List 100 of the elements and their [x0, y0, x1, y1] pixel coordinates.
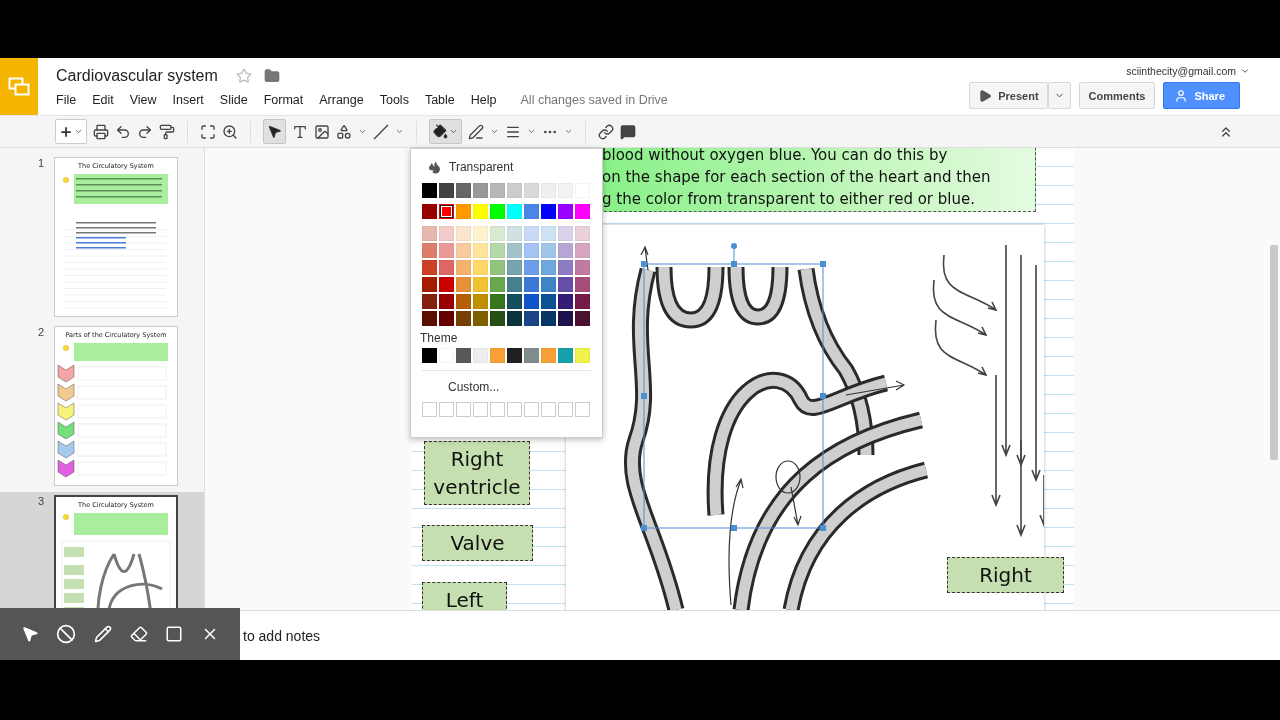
- slides-logo[interactable]: [0, 58, 38, 115]
- link-icon[interactable]: [598, 123, 614, 140]
- color-swatch[interactable]: [473, 277, 488, 292]
- color-swatch[interactable]: [575, 277, 590, 292]
- color-swatch[interactable]: [507, 277, 522, 292]
- menu-item[interactable]: Insert: [172, 91, 212, 109]
- line-icon[interactable]: [373, 123, 389, 140]
- color-swatch[interactable]: [422, 204, 437, 219]
- color-swatch[interactable]: [422, 311, 437, 326]
- color-swatch[interactable]: [558, 260, 573, 275]
- menu-item[interactable]: Slide: [219, 91, 256, 109]
- color-swatch[interactable]: [490, 204, 505, 219]
- menu-item[interactable]: Tools: [379, 91, 417, 109]
- color-swatch[interactable]: [490, 348, 505, 363]
- color-swatch[interactable]: [507, 183, 522, 198]
- color-swatch[interactable]: [558, 311, 573, 326]
- color-swatch[interactable]: [422, 183, 437, 198]
- color-swatch[interactable]: [507, 226, 522, 241]
- color-swatch[interactable]: [541, 294, 556, 309]
- color-swatch[interactable]: [456, 348, 471, 363]
- color-swatch[interactable]: [524, 260, 539, 275]
- fill-color-button[interactable]: [429, 119, 462, 144]
- pencil-icon[interactable]: [94, 625, 113, 643]
- crossed-circle-icon[interactable]: [56, 624, 77, 644]
- color-swatch[interactable]: [439, 204, 454, 219]
- color-swatch[interactable]: [456, 294, 471, 309]
- color-swatch[interactable]: [490, 311, 505, 326]
- color-swatch[interactable]: [575, 260, 590, 275]
- color-swatch[interactable]: [558, 294, 573, 309]
- color-swatch[interactable]: [558, 204, 573, 219]
- color-swatch[interactable]: [439, 183, 454, 198]
- empty-swatch[interactable]: [473, 402, 488, 417]
- color-swatch[interactable]: [575, 311, 590, 326]
- present-button[interactable]: Present: [969, 82, 1048, 109]
- color-swatch[interactable]: [439, 294, 454, 309]
- menu-item[interactable]: Edit: [92, 91, 122, 109]
- color-swatch[interactable]: [490, 260, 505, 275]
- eraser-icon[interactable]: [129, 625, 148, 643]
- color-swatch[interactable]: [575, 226, 590, 241]
- color-swatch[interactable]: [558, 243, 573, 258]
- color-swatch[interactable]: [439, 260, 454, 275]
- zoom-icon[interactable]: [222, 123, 238, 140]
- shapes-icon[interactable]: [336, 123, 352, 140]
- empty-swatch[interactable]: [575, 402, 590, 417]
- color-swatch[interactable]: [439, 226, 454, 241]
- print-icon[interactable]: [93, 123, 109, 140]
- star-icon[interactable]: [235, 68, 252, 84]
- image-icon[interactable]: [314, 123, 330, 140]
- color-swatch[interactable]: [541, 277, 556, 292]
- color-swatch[interactable]: [524, 294, 539, 309]
- color-swatch[interactable]: [473, 294, 488, 309]
- label-box[interactable]: Right: [947, 557, 1064, 593]
- color-swatch[interactable]: [575, 204, 590, 219]
- selection-frame[interactable]: [641, 243, 826, 531]
- caret-icon[interactable]: [527, 127, 536, 136]
- redo-icon[interactable]: [137, 123, 153, 140]
- caret-icon[interactable]: [358, 127, 367, 136]
- color-swatch[interactable]: [490, 277, 505, 292]
- text-box-icon[interactable]: [292, 123, 308, 140]
- color-swatch[interactable]: [473, 311, 488, 326]
- select-tool-button[interactable]: [263, 119, 286, 144]
- color-swatch[interactable]: [422, 243, 437, 258]
- color-swatch[interactable]: [558, 277, 573, 292]
- empty-swatch[interactable]: [439, 402, 454, 417]
- menu-item[interactable]: Format: [263, 91, 312, 109]
- color-swatch[interactable]: [473, 243, 488, 258]
- label-box[interactable]: Valve: [422, 525, 533, 561]
- color-swatch[interactable]: [456, 277, 471, 292]
- undo-icon[interactable]: [115, 123, 131, 140]
- menu-item[interactable]: File: [56, 91, 85, 109]
- color-swatch[interactable]: [524, 204, 539, 219]
- folder-icon[interactable]: [263, 68, 280, 84]
- fit-icon[interactable]: [200, 123, 216, 140]
- color-swatch[interactable]: [456, 243, 471, 258]
- comments-button[interactable]: Comments: [1078, 82, 1156, 109]
- color-swatch[interactable]: [524, 348, 539, 363]
- color-swatch[interactable]: [524, 243, 539, 258]
- color-swatch[interactable]: [541, 226, 556, 241]
- color-swatch[interactable]: [541, 204, 556, 219]
- border-color-icon[interactable]: [468, 123, 484, 140]
- caret-icon[interactable]: [1240, 66, 1250, 76]
- custom-option[interactable]: Custom...: [422, 380, 591, 394]
- color-swatch[interactable]: [541, 311, 556, 326]
- account-email[interactable]: sciinthecity@gmail.com: [1126, 65, 1236, 77]
- color-swatch[interactable]: [422, 277, 437, 292]
- color-swatch[interactable]: [524, 183, 539, 198]
- color-swatch[interactable]: [558, 226, 573, 241]
- color-swatch[interactable]: [507, 294, 522, 309]
- caret-icon[interactable]: [564, 127, 573, 136]
- empty-swatch[interactable]: [524, 402, 539, 417]
- menu-item[interactable]: Help: [470, 91, 505, 109]
- color-swatch[interactable]: [575, 294, 590, 309]
- color-swatch[interactable]: [473, 204, 488, 219]
- menu-item[interactable]: View: [129, 91, 165, 109]
- label-box[interactable]: Left: [422, 582, 507, 610]
- color-swatch[interactable]: [473, 348, 488, 363]
- empty-swatch[interactable]: [558, 402, 573, 417]
- caret-icon[interactable]: [490, 127, 499, 136]
- color-swatch[interactable]: [473, 183, 488, 198]
- color-swatch[interactable]: [473, 226, 488, 241]
